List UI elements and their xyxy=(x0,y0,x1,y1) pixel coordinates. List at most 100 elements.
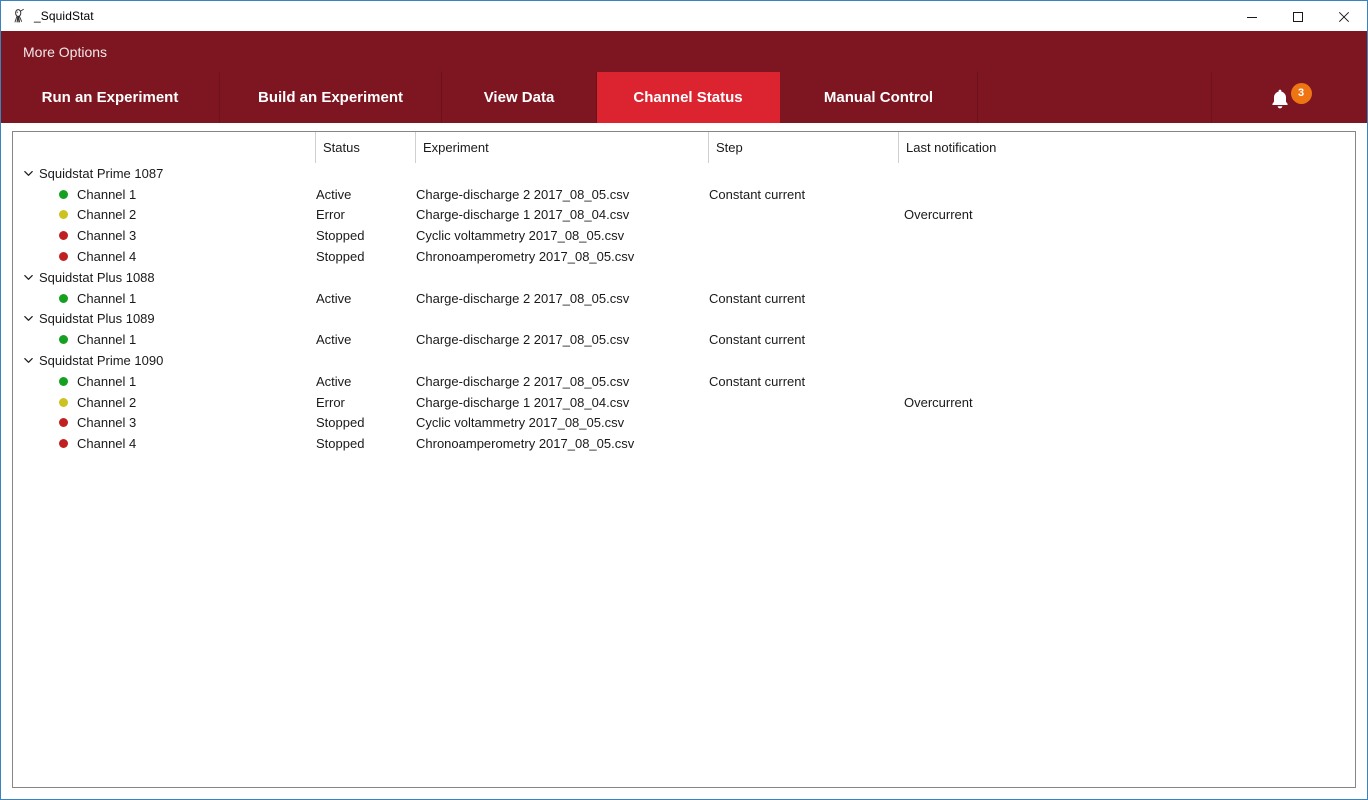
channel-name-cell: Channel 2 xyxy=(13,392,315,413)
experiment-cell: Charge-discharge 2 2017_08_05.csv xyxy=(416,186,630,202)
last-notification-cell xyxy=(904,413,1334,434)
channel-name: Channel 2 xyxy=(77,394,137,410)
status-dot-icon xyxy=(59,252,68,262)
column-header-last-notification[interactable]: Last notification xyxy=(898,132,1338,163)
table-body: Squidstat Prime 1087 Channel 1 Active Ch… xyxy=(13,163,1355,454)
chevron-down-icon[interactable] xyxy=(19,168,37,179)
device-name: Squidstat Plus 1089 xyxy=(39,311,155,327)
experiment-cell: Cyclic voltammetry 2017_08_05.csv xyxy=(416,415,625,431)
last-notification-cell: Overcurrent xyxy=(904,394,973,410)
last-notification-cell xyxy=(904,433,1334,454)
status-dot-icon xyxy=(59,231,68,241)
notification-count-badge: 3 xyxy=(1290,82,1312,104)
squid-icon xyxy=(11,8,27,24)
channel-status-panel: Status Experiment Step Last notification xyxy=(12,131,1356,788)
device-name: Squidstat Prime 1090 xyxy=(39,353,164,369)
table-row[interactable]: Channel 2 Error Charge-discharge 1 2017_… xyxy=(13,205,1355,226)
tab-channel-status[interactable]: Channel Status xyxy=(597,72,780,123)
table-row[interactable]: Channel 3 Stopped Cyclic voltammetry 201… xyxy=(13,225,1355,246)
device-group-cell: Squidstat Prime 1087 xyxy=(13,163,315,184)
table-row[interactable]: Channel 4 Stopped Chronoamperometry 2017… xyxy=(13,433,1355,454)
tab-run-an-experiment[interactable]: Run an Experiment xyxy=(1,72,220,123)
status-dot-icon xyxy=(59,439,68,449)
last-notification-cell xyxy=(904,288,1334,309)
step-cell: Constant current xyxy=(709,332,806,348)
device-name: Squidstat Plus 1088 xyxy=(39,269,155,285)
table-row[interactable]: Channel 4 Stopped Chronoamperometry 2017… xyxy=(13,246,1355,267)
status-cell: Stopped xyxy=(316,415,365,431)
status-cell: Error xyxy=(316,394,345,410)
device-group-cell: Squidstat Plus 1088 xyxy=(13,267,315,288)
tab-bar-filler xyxy=(978,72,1212,123)
table-row[interactable]: Channel 1 Active Charge-discharge 2 2017… xyxy=(13,288,1355,309)
table-row[interactable]: Channel 1 Active Charge-discharge 2 2017… xyxy=(13,184,1355,205)
column-header-device[interactable] xyxy=(13,132,315,163)
step-cell xyxy=(709,246,899,267)
channel-name-cell: Channel 1 xyxy=(13,288,315,309)
device-group-cell: Squidstat Plus 1089 xyxy=(13,309,315,330)
channel-name: Channel 1 xyxy=(77,332,137,348)
status-dot-icon xyxy=(59,293,68,303)
status-cell: Active xyxy=(316,332,352,348)
status-dot-icon xyxy=(59,397,68,407)
channel-name-cell: Channel 1 xyxy=(13,184,315,205)
step-cell xyxy=(709,205,899,226)
window-title: _SquidStat xyxy=(34,9,94,23)
status-dot-icon xyxy=(59,418,68,428)
minimize-button[interactable] xyxy=(1229,1,1275,32)
last-notification-cell xyxy=(904,184,1334,205)
channel-name: Channel 3 xyxy=(77,415,137,431)
channel-name: Channel 2 xyxy=(77,207,137,223)
status-cell: Stopped xyxy=(316,228,365,244)
status-dot-icon xyxy=(59,376,68,386)
step-cell: Constant current xyxy=(709,290,806,306)
device-group-row[interactable]: Squidstat Plus 1088 xyxy=(13,267,1355,288)
device-group-row[interactable]: Squidstat Prime 1090 xyxy=(13,350,1355,371)
chevron-down-icon[interactable] xyxy=(19,272,37,283)
device-group-row[interactable]: Squidstat Plus 1089 xyxy=(13,309,1355,330)
step-cell xyxy=(709,433,899,454)
tab-manual-control[interactable]: Manual Control xyxy=(780,72,978,123)
status-cell: Stopped xyxy=(316,436,365,452)
tab-build-an-experiment[interactable]: Build an Experiment xyxy=(220,72,442,123)
status-cell: Active xyxy=(316,186,352,202)
more-options-bar: More Options xyxy=(1,31,1367,72)
tab-view-data[interactable]: View Data xyxy=(442,72,597,123)
experiment-cell: Charge-discharge 1 2017_08_04.csv xyxy=(416,207,630,223)
table-header-row: Status Experiment Step Last notification xyxy=(13,132,1355,163)
step-cell: Constant current xyxy=(709,186,806,202)
table-row[interactable]: Channel 1 Active Charge-discharge 2 2017… xyxy=(13,329,1355,350)
status-cell: Error xyxy=(316,207,345,223)
table-row[interactable]: Channel 1 Active Charge-discharge 2 2017… xyxy=(13,371,1355,392)
channel-name: Channel 4 xyxy=(77,249,137,265)
window-controls xyxy=(1229,1,1367,32)
status-dot-icon xyxy=(59,189,68,199)
device-group-cell: Squidstat Prime 1090 xyxy=(13,350,315,371)
chevron-down-icon[interactable] xyxy=(19,313,37,324)
step-cell xyxy=(709,225,899,246)
table-row[interactable]: Channel 3 Stopped Cyclic voltammetry 201… xyxy=(13,413,1355,434)
status-cell: Active xyxy=(316,290,352,306)
channel-name: Channel 3 xyxy=(77,228,137,244)
notifications-button[interactable]: 3 xyxy=(1212,72,1367,123)
table-row[interactable]: Channel 2 Error Charge-discharge 1 2017_… xyxy=(13,392,1355,413)
experiment-cell: Cyclic voltammetry 2017_08_05.csv xyxy=(416,228,625,244)
step-cell xyxy=(709,413,899,434)
title-bar-left: _SquidStat xyxy=(1,8,94,24)
device-group-row[interactable]: Squidstat Prime 1087 xyxy=(13,163,1355,184)
minimize-icon xyxy=(1247,16,1257,18)
more-options-menu-item[interactable]: More Options xyxy=(23,44,107,60)
column-header-experiment[interactable]: Experiment xyxy=(415,132,708,163)
experiment-cell: Charge-discharge 2 2017_08_05.csv xyxy=(416,332,630,348)
experiment-cell: Chronoamperometry 2017_08_05.csv xyxy=(416,249,635,265)
device-name: Squidstat Prime 1087 xyxy=(39,165,164,181)
column-header-status[interactable]: Status xyxy=(315,132,415,163)
close-button[interactable] xyxy=(1321,1,1367,32)
status-cell: Stopped xyxy=(316,249,365,265)
maximize-icon xyxy=(1293,11,1303,22)
chevron-down-icon[interactable] xyxy=(19,355,37,366)
maximize-button[interactable] xyxy=(1275,1,1321,32)
last-notification-cell xyxy=(904,329,1334,350)
experiment-cell: Charge-discharge 2 2017_08_05.csv xyxy=(416,290,630,306)
column-header-step[interactable]: Step xyxy=(708,132,898,163)
